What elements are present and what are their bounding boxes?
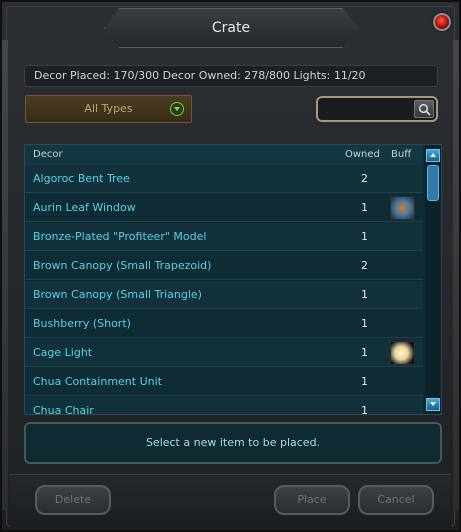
item-name: Chua Chair [33, 404, 94, 415]
list-item[interactable]: Cage Light 1 [25, 339, 423, 367]
light-buff-icon[interactable] [390, 341, 415, 365]
list-item[interactable]: Chua Containment Unit 1 [25, 368, 423, 396]
right-frame-trim [453, 40, 459, 510]
search-button[interactable] [414, 100, 434, 118]
item-name: Aurin Leaf Window [33, 201, 136, 214]
scroll-thumb[interactable] [427, 165, 439, 201]
search-input[interactable] [322, 101, 414, 117]
list-scrollbar[interactable] [425, 145, 441, 414]
list-item[interactable]: Brown Canopy (Small Trapezoid) 2 [25, 252, 423, 280]
item-name: Bushberry (Short) [33, 317, 131, 330]
decor-list: Decor Owned Buff Algoroc Bent Tree 2 Aur… [24, 144, 442, 415]
window-buff-icon[interactable] [390, 196, 415, 220]
item-name: Bronze-Plated "Profiteer" Model [33, 230, 207, 243]
scroll-up-arrow-icon[interactable] [426, 149, 440, 162]
column-header-owned[interactable]: Owned [345, 145, 380, 165]
item-name: Brown Canopy (Small Trapezoid) [33, 259, 212, 272]
decor-type-filter[interactable]: All Types [25, 95, 192, 123]
item-name: Chua Containment Unit [33, 375, 162, 388]
scroll-down-arrow-icon[interactable] [426, 398, 440, 411]
window-title: Crate [211, 20, 251, 36]
left-frame-trim [2, 40, 8, 510]
place-button[interactable]: Place [274, 485, 350, 515]
status-message: Select a new item to be placed. [24, 422, 442, 464]
cancel-button[interactable]: Cancel [358, 485, 434, 515]
item-name: Algoroc Bent Tree [33, 172, 130, 185]
list-item[interactable]: Bronze-Plated "Profiteer" Model 1 [25, 223, 423, 251]
item-owned: 2 [361, 259, 368, 272]
list-item[interactable]: Bushberry (Short) 1 [25, 310, 423, 338]
decor-stats: Decor Placed: 170/300 Decor Owned: 278/8… [24, 65, 438, 87]
column-header-buff[interactable]: Buff [391, 145, 411, 165]
list-item[interactable]: Brown Canopy (Small Triangle) 1 [25, 281, 423, 309]
list-item[interactable]: Aurin Leaf Window 1 [25, 194, 423, 222]
item-owned: 1 [361, 346, 368, 359]
item-owned: 1 [361, 230, 368, 243]
list-item[interactable]: Chua Chair 1 [25, 397, 423, 415]
item-owned: 1 [361, 317, 368, 330]
item-name: Cage Light [33, 346, 93, 359]
item-owned: 2 [361, 172, 368, 185]
item-owned: 1 [361, 288, 368, 301]
item-owned: 1 [361, 404, 368, 415]
search-icon [418, 103, 431, 116]
filter-selected-label: All Types [84, 102, 133, 115]
search-box [316, 96, 438, 122]
item-owned: 1 [361, 201, 368, 214]
item-name: Brown Canopy (Small Triangle) [33, 288, 202, 301]
close-button[interactable] [433, 13, 451, 31]
item-owned: 1 [361, 375, 368, 388]
column-header-decor[interactable]: Decor [33, 145, 63, 165]
list-header: Decor Owned Buff [25, 145, 423, 165]
delete-button[interactable]: Delete [35, 485, 111, 515]
list-item[interactable]: Algoroc Bent Tree 2 [25, 165, 423, 193]
chevron-down-icon[interactable] [170, 102, 184, 116]
